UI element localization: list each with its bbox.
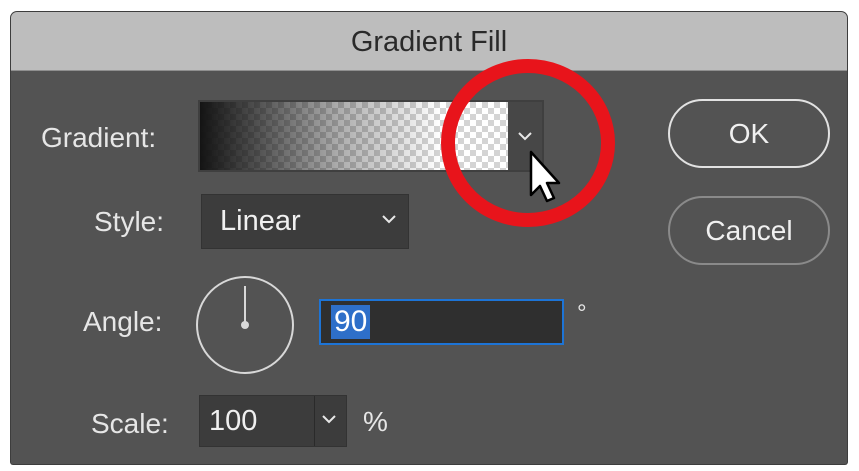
dialog-titlebar[interactable]: Gradient Fill	[11, 12, 847, 71]
percent-unit: %	[363, 406, 388, 437]
chevron-down-icon	[382, 215, 396, 224]
chevron-down-icon	[518, 131, 532, 140]
degree-unit: °	[577, 300, 587, 327]
scale-divider	[314, 396, 315, 446]
style-select[interactable]: Linear	[201, 194, 409, 249]
style-label: Style:	[94, 206, 165, 237]
angle-label: Angle:	[83, 306, 163, 337]
ok-button[interactable]: OK	[668, 99, 830, 168]
chevron-down-icon[interactable]	[322, 415, 336, 424]
gradient-preview[interactable]	[200, 102, 508, 170]
angle-value: 90	[331, 305, 371, 339]
gradient-dropdown-button[interactable]	[508, 102, 542, 170]
cancel-button[interactable]: Cancel	[668, 196, 830, 265]
gradient-fill-dialog: Gradient Fill Gradient: Style: Linear An…	[11, 12, 847, 464]
dialog-title: Gradient Fill	[350, 25, 508, 58]
angle-input[interactable]: 90	[319, 299, 564, 345]
gradient-picker[interactable]	[198, 100, 544, 172]
gradient-label: Gradient:	[41, 122, 157, 153]
style-value: Linear	[220, 205, 301, 237]
angle-dial[interactable]	[194, 274, 296, 376]
scale-input[interactable]: 100	[199, 395, 347, 447]
scale-label: Scale:	[91, 408, 169, 439]
scale-value: 100	[209, 405, 258, 437]
